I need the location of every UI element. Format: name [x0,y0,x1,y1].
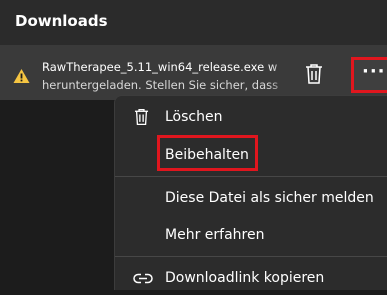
download-status-text: heruntergeladen. Stellen Sie sicher, das… [42,78,279,92]
trash-icon [134,108,149,126]
more-options-icon: ··· [362,61,386,82]
menu-separator [115,176,387,177]
menu-separator [115,256,387,257]
menu-item-report-safe[interactable]: Diese Datei als sicher melden [115,181,387,215]
trash-icon[interactable] [304,63,324,85]
warning-icon [13,69,30,83]
text-fade [268,55,294,95]
downloads-header: Downloads [0,0,387,45]
download-item[interactable]: RawTherapee_5.11_win64_release.exe w her… [0,45,387,100]
download-filename: RawTherapee_5.11_win64_release.exe w [42,60,278,74]
menu-item-learn-more[interactable]: Mehr erfahren [115,218,387,252]
keep-highlight-box [157,135,258,171]
context-menu: Löschen Beibehalten Diese Datei als sich… [114,95,387,290]
panel-title: Downloads [15,12,108,30]
menu-label-report-safe: Diese Datei als sicher melden [165,190,374,206]
menu-label-copy-link: Downloadlink kopieren [165,270,325,286]
menu-label-learn-more: Mehr erfahren [165,227,265,243]
more-options-button[interactable]: ··· [351,57,387,93]
link-icon [133,273,153,284]
menu-label-delete: Löschen [165,109,223,125]
menu-item-delete[interactable]: Löschen [115,100,387,134]
